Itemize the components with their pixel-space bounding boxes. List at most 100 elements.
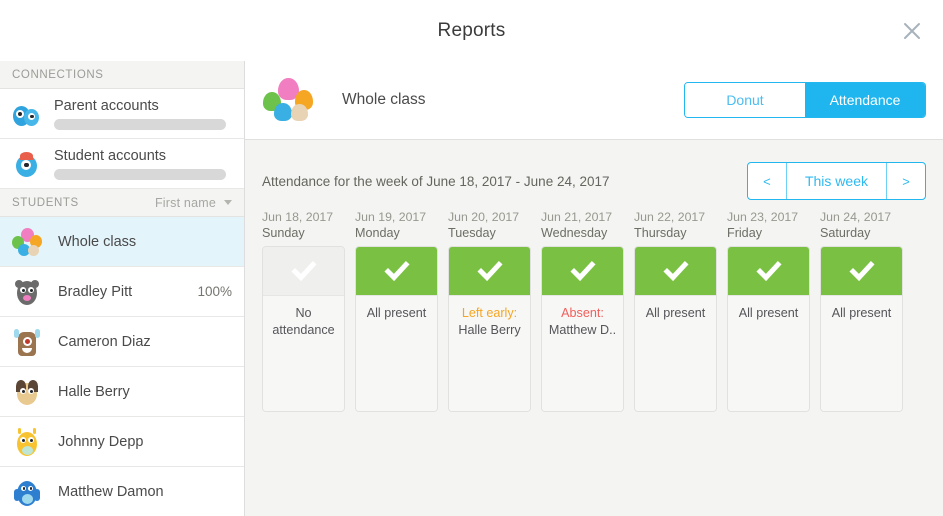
day-date: Jun 22, 2017 (634, 210, 706, 224)
dialog-titlebar: Reports (0, 0, 943, 61)
check-icon (728, 247, 809, 295)
day-status-line: Halle Berry (458, 323, 521, 337)
this-week-button[interactable]: This week (785, 163, 887, 199)
day-weekday: Thursday (634, 226, 687, 240)
day-attendance-card[interactable]: No attendance (262, 246, 345, 412)
report-view-toggle: Donut Attendance (684, 82, 926, 118)
check-icon (635, 247, 716, 295)
day-weekday: Tuesday (448, 226, 496, 240)
sidebar-item-label: Matthew Damon (58, 483, 164, 500)
day-card-body: All present (728, 295, 809, 411)
day-date: Jun 23, 2017 (727, 210, 799, 224)
student-avatar (12, 377, 42, 407)
sidebar-item-halle-berry[interactable]: Halle Berry (0, 367, 244, 417)
attendance-header-row: Attendance for the week of June 18, 2017… (245, 140, 943, 202)
student-accounts-progress-placeholder (54, 168, 226, 180)
day-attendance-card[interactable]: All present (634, 246, 717, 412)
sort-dropdown-label: First name (154, 195, 216, 210)
sidebar-item-label: Halle Berry (58, 383, 130, 400)
day-column: Jun 21, 2017 Wednesday Absent: Matthew D.. (541, 210, 624, 412)
tab-donut[interactable]: Donut (685, 83, 805, 117)
sidebar-item-bradley-pitt[interactable]: Bradley Pitt 100% (0, 267, 244, 317)
day-attendance-card[interactable]: Left early: Halle Berry (448, 246, 531, 412)
day-status-line: All present (738, 306, 799, 320)
check-icon (263, 247, 344, 295)
day-date: Jun 18, 2017 (262, 210, 334, 224)
student-avatar (12, 477, 42, 507)
day-weekday: Friday (727, 226, 762, 240)
next-week-button[interactable]: > (887, 163, 925, 199)
reports-dialog: Reports CONNECTIONS Parent accounts Stud… (0, 0, 943, 516)
student-avatar (12, 327, 42, 357)
sidebar-item-label: Student accounts (54, 147, 167, 164)
whole-class-group-avatar (12, 227, 42, 257)
day-attendance-card[interactable]: Absent: Matthew D.. (541, 246, 624, 412)
day-weekday: Saturday (820, 226, 871, 240)
sidebar-item-label: Bradley Pitt (58, 283, 133, 300)
connections-header-label: CONNECTIONS (12, 68, 104, 81)
day-status-line: All present (366, 306, 427, 320)
attendance-heading: Attendance for the week of June 18, 2017… (262, 173, 610, 189)
day-date: Jun 19, 2017 (355, 210, 427, 224)
previous-week-button[interactable]: < (748, 163, 786, 199)
check-icon (449, 247, 530, 295)
student-avatar (12, 427, 42, 457)
day-status-line: No (295, 306, 312, 320)
check-icon (542, 247, 623, 295)
day-column: Jun 22, 2017 Thursday All present (634, 210, 717, 412)
parent-accounts-progress-placeholder (54, 118, 226, 130)
student-avatar (12, 277, 42, 307)
day-status-line: All present (831, 306, 892, 320)
sidebar-item-johnny-depp[interactable]: Johnny Depp (0, 417, 244, 467)
day-column: Jun 23, 2017 Friday All present (727, 210, 810, 412)
sort-dropdown[interactable]: First name (155, 196, 232, 210)
sidebar: CONNECTIONS Parent accounts Student acco… (0, 61, 245, 516)
day-date: Jun 21, 2017 (541, 210, 613, 224)
sidebar-item-label: Cameron Diaz (58, 333, 151, 350)
day-attendance-card[interactable]: All present (727, 246, 810, 412)
day-status-line: Left early: (461, 306, 518, 320)
day-status-line: All present (645, 306, 706, 320)
sidebar-item-label: Whole class (58, 233, 137, 250)
tab-attendance[interactable]: Attendance (805, 83, 925, 117)
day-card-body: Absent: Matthew D.. (542, 295, 623, 411)
day-card-body: All present (635, 295, 716, 411)
close-icon[interactable] (895, 14, 929, 48)
day-column: Jun 20, 2017 Tuesday Left early: Halle Berr… (448, 210, 531, 412)
day-weekday: Wednesday (541, 226, 608, 240)
check-icon (821, 247, 902, 295)
day-card-body: No attendance (263, 295, 344, 411)
day-column: Jun 18, 2017 Sunday No attendance (262, 210, 345, 412)
students-header-label: STUDENTS (12, 196, 79, 209)
sidebar-item-label: Parent accounts (54, 97, 159, 114)
whole-class-group-avatar (262, 76, 318, 124)
connections-section-header: CONNECTIONS (0, 61, 244, 89)
class-title: Whole class (342, 91, 426, 108)
main-panel: Whole class Donut Attendance Attendance … (245, 61, 943, 516)
day-status-line: Absent: (561, 306, 604, 320)
students-section-header: STUDENTS First name (0, 189, 244, 217)
day-weekday: Monday (355, 226, 400, 240)
attendance-week-grid: Jun 18, 2017 Sunday No attendance Jun 19, 20… (245, 202, 943, 412)
day-card-body: All present (821, 295, 902, 411)
day-date: Jun 24, 2017 (820, 210, 892, 224)
parent-monster-avatar (12, 99, 42, 129)
week-navigation: < This week > (746, 162, 926, 200)
day-attendance-card[interactable]: All present (355, 246, 438, 412)
sidebar-item-whole-class[interactable]: Whole class (0, 217, 244, 267)
day-weekday: Sunday (262, 226, 305, 240)
day-status-line: Matthew D.. (548, 323, 617, 337)
sidebar-item-student-accounts[interactable]: Student accounts (0, 139, 244, 189)
day-attendance-card[interactable]: All present (820, 246, 903, 412)
sidebar-item-parent-accounts[interactable]: Parent accounts (0, 89, 244, 139)
sidebar-item-matthew-damon[interactable]: Matthew Damon (0, 467, 244, 516)
check-icon (356, 247, 437, 295)
day-card-body: All present (356, 295, 437, 411)
sidebar-item-cameron-diaz[interactable]: Cameron Diaz (0, 317, 244, 367)
day-card-body: Left early: Halle Berry (449, 295, 530, 411)
student-monster-avatar (12, 149, 42, 179)
day-column: Jun 19, 2017 Monday All present (355, 210, 438, 412)
day-date: Jun 20, 2017 (448, 210, 520, 224)
day-column: Jun 24, 2017 Saturday All present (820, 210, 903, 412)
day-status-line: attendance (272, 323, 335, 337)
